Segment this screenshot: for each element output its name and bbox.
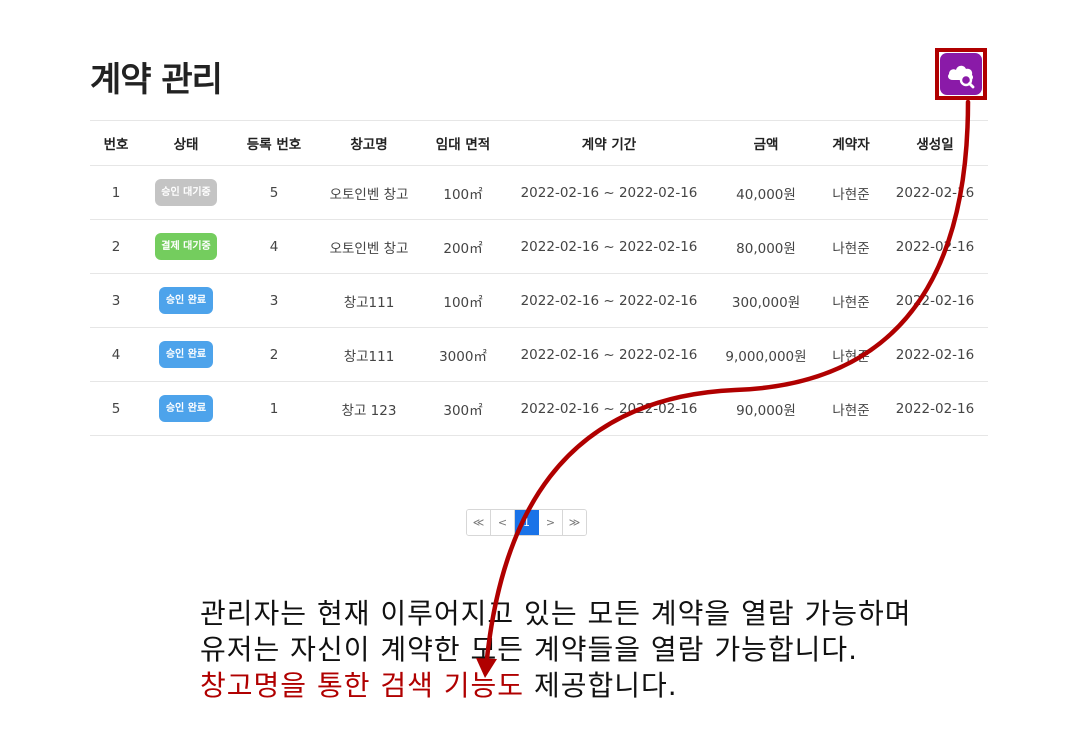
pagination-next-button[interactable]: > [539,510,563,535]
cell-area: 300㎡ [420,381,506,436]
cell-contractor: 나현준 [820,219,882,274]
cell-warehouse: 창고 123 [318,381,420,436]
cell-created: 2022-02-16 [882,165,988,220]
status-badge: 결제 대기중 [155,233,217,260]
cell-status: 승인 완료 [142,381,230,436]
status-badge: 승인 완료 [159,395,213,422]
cell-reg-no: 4 [230,219,318,274]
cell-warehouse: 오토인벤 창고 [318,165,420,220]
cell-status: 승인 대기중 [142,165,230,220]
cell-reg-no: 2 [230,327,318,382]
page-title: 계약 관리 [90,60,223,100]
status-badge: 승인 완료 [159,341,213,368]
cell-contractor: 나현준 [820,381,882,436]
table-row[interactable]: 4 승인 완료 2 창고111 3000㎡ 2022-02-16 ~ 2022-… [90,327,988,382]
cloud-search-icon [940,53,982,95]
status-badge: 승인 대기중 [155,179,217,206]
cell-area: 200㎡ [420,219,506,274]
header-reg-no: 등록 번호 [230,120,318,166]
cell-created: 2022-02-16 [882,327,988,382]
header-contractor: 계약자 [820,120,882,166]
pagination-prev-button[interactable]: < [491,510,515,535]
header-period: 계약 기간 [506,120,712,166]
cell-contractor: 나현준 [820,165,882,220]
table-header-row: 번호 상태 등록 번호 창고명 임대 면적 계약 기간 금액 계약자 생성일 [90,120,988,166]
description-line-2: 유저는 자신이 계약한 모든 계약들을 열람 가능합니다. [200,633,859,666]
cell-status: 승인 완료 [142,273,230,328]
cell-warehouse: 창고111 [318,327,420,382]
cell-area: 3000㎡ [420,327,506,382]
header-created: 생성일 [882,120,988,166]
cell-no: 1 [90,165,142,220]
description-line-3-rest: 제공합니다. [524,669,678,702]
header-amount: 금액 [712,120,820,166]
pagination-page-button[interactable]: 1 [515,510,539,535]
status-badge: 승인 완료 [159,287,213,314]
cell-period: 2022-02-16 ~ 2022-02-16 [506,381,712,436]
cell-no: 2 [90,219,142,274]
table-row[interactable]: 3 승인 완료 3 창고111 100㎡ 2022-02-16 ~ 2022-0… [90,273,988,328]
cell-no: 5 [90,381,142,436]
cell-status: 승인 완료 [142,327,230,382]
table-row[interactable]: 2 결제 대기중 4 오토인벤 창고 200㎡ 2022-02-16 ~ 202… [90,219,988,274]
cell-reg-no: 5 [230,165,318,220]
cell-contractor: 나현준 [820,273,882,328]
cell-contractor: 나현준 [820,327,882,382]
table-row[interactable]: 1 승인 대기중 5 오토인벤 창고 100㎡ 2022-02-16 ~ 202… [90,165,988,220]
cell-status: 결제 대기중 [142,219,230,274]
contracts-table: 번호 상태 등록 번호 창고명 임대 면적 계약 기간 금액 계약자 생성일 1… [90,120,988,436]
cell-period: 2022-02-16 ~ 2022-02-16 [506,165,712,220]
cell-amount: 80,000원 [712,219,820,274]
cell-area: 100㎡ [420,273,506,328]
cell-warehouse: 창고111 [318,273,420,328]
cell-amount: 300,000원 [712,273,820,328]
cell-reg-no: 3 [230,273,318,328]
cell-created: 2022-02-16 [882,273,988,328]
pagination-last-button[interactable]: ≫ [563,510,586,535]
cell-warehouse: 오토인벤 창고 [318,219,420,274]
pagination: ≪ < 1 > ≫ [466,509,587,536]
header-warehouse: 창고명 [318,120,420,166]
cell-no: 4 [90,327,142,382]
cell-amount: 40,000원 [712,165,820,220]
cell-period: 2022-02-16 ~ 2022-02-16 [506,273,712,328]
cell-reg-no: 1 [230,381,318,436]
description-highlight: 창고명을 통한 검색 기능도 [200,669,525,702]
cell-period: 2022-02-16 ~ 2022-02-16 [506,219,712,274]
cell-no: 3 [90,273,142,328]
cell-amount: 9,000,000원 [712,327,820,382]
cell-area: 100㎡ [420,165,506,220]
header-area: 임대 면적 [420,120,506,166]
description-line-3: 창고명을 통한 검색 기능도 제공합니다. [200,668,1030,704]
cell-period: 2022-02-16 ~ 2022-02-16 [506,327,712,382]
warehouse-search-button[interactable] [935,48,987,100]
description-line-1: 관리자는 현재 이루어지고 있는 모든 계약을 열람 가능하며 [200,597,912,630]
cell-created: 2022-02-16 [882,219,988,274]
header-no: 번호 [90,120,142,166]
pagination-first-button[interactable]: ≪ [467,510,491,535]
cell-amount: 90,000원 [712,381,820,436]
table-row[interactable]: 5 승인 완료 1 창고 123 300㎡ 2022-02-16 ~ 2022-… [90,381,988,436]
description-text: 관리자는 현재 이루어지고 있는 모든 계약을 열람 가능하며 유저는 자신이 … [200,596,1030,704]
header-status: 상태 [142,120,230,166]
cell-created: 2022-02-16 [882,381,988,436]
